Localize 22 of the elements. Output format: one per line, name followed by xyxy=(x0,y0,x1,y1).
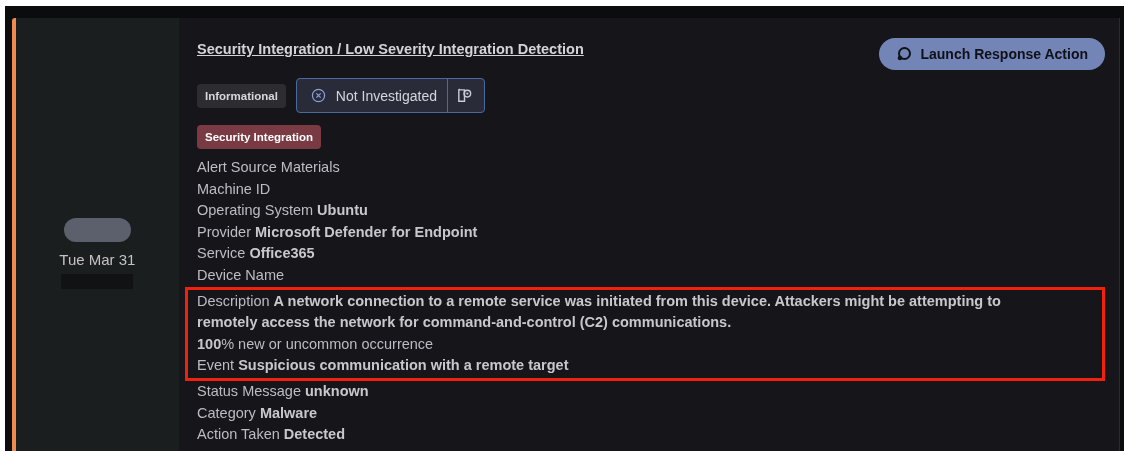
detail-line: Description A network connection to a remote service was initiated from this device. Attackers might be attempting to remotely access the network for command-and-control (C2) communications. xyxy=(197,291,1002,333)
x-circle-icon xyxy=(310,88,326,103)
detail-line: Operating System Ubuntu xyxy=(197,201,369,221)
status-dropdown[interactable]: Not Investigated xyxy=(295,78,485,113)
launch-response-button[interactable]: Launch Response Action xyxy=(879,38,1105,70)
severity-badge: Informational xyxy=(197,83,286,108)
category-tag: Security Integration xyxy=(197,125,321,149)
redacted-mark xyxy=(63,218,131,242)
detail-line: Action Taken Detected xyxy=(197,425,347,445)
detail-line: Device Name xyxy=(197,265,286,285)
detail-line: Category Malware xyxy=(197,403,319,423)
response-icon xyxy=(896,46,913,62)
detail-line: 100% new or uncommon occurrence xyxy=(197,334,435,354)
alert-title-link[interactable]: Security Integration / Low Severity Integration Detection xyxy=(197,41,584,57)
date-label: Tue Mar 31 xyxy=(59,251,136,268)
status-label: Not Investigated xyxy=(335,87,437,104)
detail-line: Event Suspicious communication with a remote target xyxy=(197,356,570,376)
detail-line: Alert Source Materials xyxy=(197,158,341,177)
detail-line: Machine ID xyxy=(197,179,272,199)
detail-line: Status Message unknown xyxy=(197,381,370,401)
detail-line: Provider Microsoft Defender for Endpoint xyxy=(197,222,479,242)
detail-line: Service Office365 xyxy=(197,244,316,264)
